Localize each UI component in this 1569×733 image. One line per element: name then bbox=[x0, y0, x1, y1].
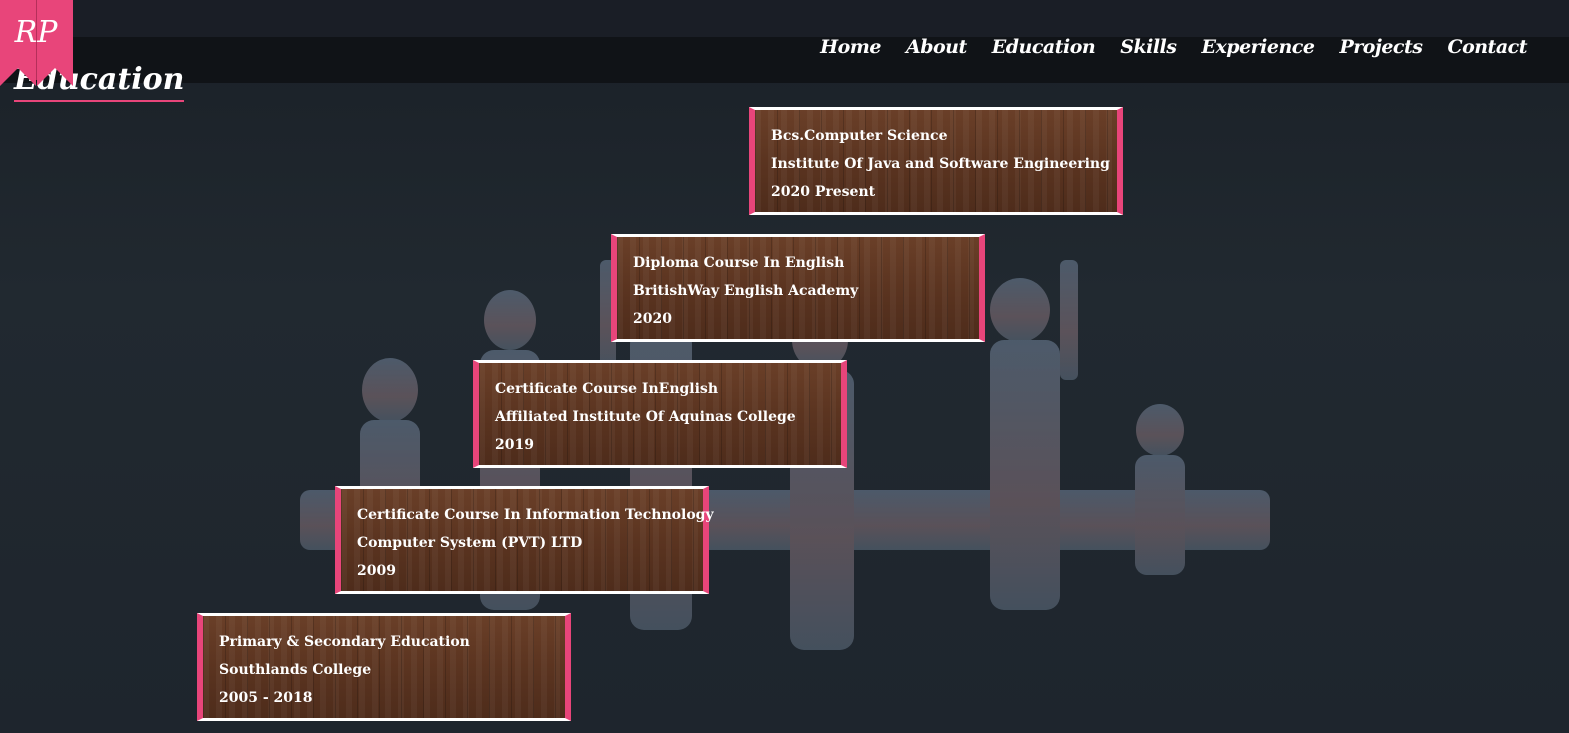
education-period: 2020 bbox=[633, 311, 672, 327]
education-institution: BritishWay English Academy bbox=[633, 283, 859, 299]
education-title: Bcs.Computer Science bbox=[771, 128, 948, 144]
education-card: Certificate Course InEnglish Affiliated … bbox=[473, 360, 847, 468]
education-institution: Computer System (PVT) LTD bbox=[357, 535, 583, 551]
education-card: Bcs.Computer Science Institute Of Java a… bbox=[749, 107, 1123, 215]
education-page: Home About Education Skills Experience P… bbox=[0, 0, 1569, 733]
nav-education[interactable]: Education bbox=[992, 36, 1096, 58]
education-period: 2020 Present bbox=[771, 184, 876, 200]
top-strip bbox=[0, 0, 1569, 37]
nav-about[interactable]: About bbox=[906, 36, 967, 58]
education-card: Certificate Course In Information Techno… bbox=[335, 486, 714, 594]
nav-contact[interactable]: Contact bbox=[1447, 36, 1527, 58]
education-institution: Institute Of Java and Software Engineeri… bbox=[771, 156, 1110, 172]
education-title: Diploma Course In English bbox=[633, 255, 845, 271]
education-period: 2019 bbox=[495, 437, 534, 453]
education-institution: Southlands College bbox=[219, 662, 372, 678]
nav-skills[interactable]: Skills bbox=[1120, 36, 1177, 58]
education-period: 2005 - 2018 bbox=[219, 690, 313, 706]
logo-monogram: RP bbox=[14, 15, 59, 50]
education-institution: Affiliated Institute Of Aquinas College bbox=[495, 409, 796, 425]
education-title: Certificate Course InEnglish bbox=[495, 381, 718, 397]
education-period: 2009 bbox=[357, 563, 396, 579]
main-nav: Home About Education Skills Experience P… bbox=[820, 36, 1527, 58]
education-card: Primary & Secondary Education Southlands… bbox=[197, 613, 571, 721]
nav-home[interactable]: Home bbox=[820, 36, 881, 58]
nav-experience[interactable]: Experience bbox=[1201, 36, 1314, 58]
education-card: Diploma Course In English BritishWay Eng… bbox=[611, 234, 985, 342]
nav-projects[interactable]: Projects bbox=[1339, 36, 1422, 58]
education-title: Primary & Secondary Education bbox=[219, 634, 470, 650]
education-title: Certificate Course In Information Techno… bbox=[357, 507, 714, 523]
logo-icon[interactable]: RP bbox=[0, 0, 73, 86]
